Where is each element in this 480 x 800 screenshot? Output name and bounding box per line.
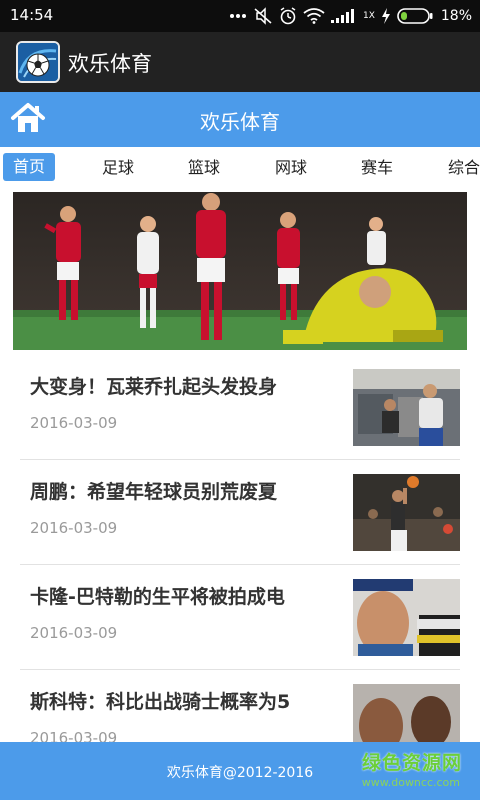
page-header: 欢乐体育 — [0, 92, 480, 147]
tab-tennis[interactable]: 网球 — [275, 155, 307, 181]
news-title: 斯科特：科比出战骑士概率为5 — [30, 691, 291, 713]
charging-icon — [381, 8, 391, 24]
tab-football[interactable]: 足球 — [102, 155, 134, 181]
status-time: 14:54 — [10, 6, 54, 24]
news-thumbnail — [353, 474, 460, 551]
battery-icon — [397, 8, 433, 24]
wifi-icon — [303, 8, 325, 24]
battery-percent: 18% — [440, 8, 472, 24]
tab-racing[interactable]: 赛车 — [361, 155, 393, 181]
tab-general[interactable]: 综合 — [448, 155, 480, 181]
news-date: 2016-03-09 — [30, 414, 118, 432]
news-date: 2016-03-09 — [30, 519, 118, 537]
news-thumbnail — [353, 369, 460, 446]
tab-home[interactable]: 首页 — [3, 153, 56, 181]
tab-basketball[interactable]: 篮球 — [188, 155, 220, 181]
news-title: 大变身！瓦莱乔扎起头发投身 — [30, 376, 278, 398]
category-tabs: 首页 足球 篮球 网球 赛车 综合 — [0, 147, 480, 187]
status-icons: 1X 18% — [229, 0, 472, 32]
news-date: 2016-03-09 — [30, 624, 118, 642]
app-title: 欢乐体育 — [68, 52, 152, 76]
watermark-title: 绿色资源网 — [361, 752, 462, 774]
status-bar: 14:54 1X 18% — [0, 0, 480, 32]
alarm-icon — [279, 7, 297, 25]
soccer-ball-logo-icon — [16, 41, 60, 83]
watermark: 绿色资源网 www.downcc.com — [352, 748, 462, 796]
featured-banner-image[interactable] — [13, 192, 467, 350]
news-item-1[interactable]: 大变身！瓦莱乔扎起头发投身 2016-03-09 — [20, 355, 460, 460]
network-speed-text: 1X — [362, 11, 375, 21]
header-title: 欢乐体育 — [200, 110, 280, 134]
news-thumbnail — [353, 579, 460, 656]
mute-icon — [253, 7, 273, 25]
app-title-bar: 欢乐体育 — [0, 32, 480, 92]
news-item-3[interactable]: 卡隆-巴特勒的生平将被拍成电 2016-03-09 — [20, 565, 460, 670]
watermark-url: www.downcc.com — [361, 776, 460, 789]
news-title: 周鹏：希望年轻球员别荒废夏 — [30, 481, 278, 503]
signal-icon — [330, 8, 357, 24]
news-title: 卡隆-巴特勒的生平将被拍成电 — [30, 586, 285, 608]
news-item-2[interactable]: 周鹏：希望年轻球员别荒废夏 2016-03-09 — [20, 460, 460, 565]
dots-icon — [229, 13, 247, 19]
